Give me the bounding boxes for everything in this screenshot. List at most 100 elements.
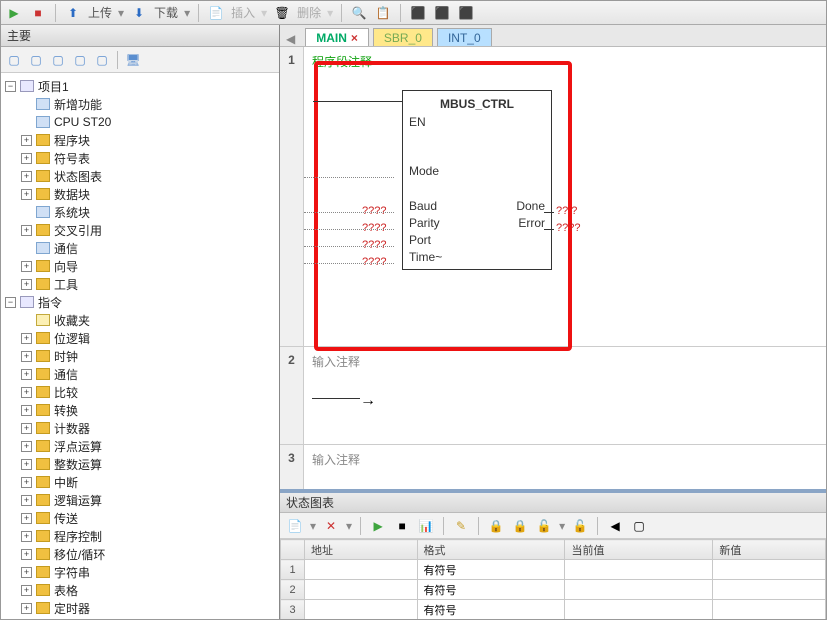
col-addr[interactable]: 地址 [305, 540, 418, 560]
val-port[interactable]: ???? [362, 239, 386, 251]
tree-instructions[interactable]: −指令 [5, 293, 279, 311]
tree-interrupt[interactable]: +中断 [21, 473, 279, 491]
tree-tools[interactable]: +工具 [21, 275, 279, 293]
stop-icon[interactable]: ■ [29, 4, 47, 22]
pin-error: Error [518, 216, 545, 230]
sc-misc-icon[interactable]: ▢ [630, 517, 648, 535]
sc-del-icon[interactable]: ✕ [322, 517, 340, 535]
misc1-icon[interactable]: 🔍 [350, 4, 368, 22]
misc3-icon[interactable]: ⬛ [409, 4, 427, 22]
misc5-icon[interactable]: ⬛ [457, 4, 475, 22]
tree-wizards[interactable]: +向导 [21, 257, 279, 275]
pin-port: Port [409, 233, 431, 247]
sc-lock1-icon[interactable]: 🔒 [487, 517, 505, 535]
tree-clock[interactable]: +时钟 [21, 347, 279, 365]
val-baud[interactable]: ???? [362, 205, 386, 217]
tree-logic-ops[interactable]: +逻辑运算 [21, 491, 279, 509]
pt-icon2[interactable]: ▢ [27, 51, 45, 69]
pin-baud: Baud [409, 199, 437, 213]
col-current[interactable]: 当前值 [565, 540, 713, 560]
mbus-ctrl-block[interactable]: MBUS_CTRL EN Mode BaudDone ParityError P… [402, 90, 552, 270]
tree-system-block[interactable]: 系统块 [21, 203, 279, 221]
pin-parity: Parity [409, 216, 440, 230]
pt-icon5[interactable]: ▢ [93, 51, 111, 69]
delete-label: 删除 [297, 4, 321, 21]
net2-comment[interactable]: 输入注释 [312, 353, 818, 370]
tree-comm[interactable]: 通信 [21, 239, 279, 257]
tree-whats-new[interactable]: 新增功能 [21, 95, 279, 113]
download-icon[interactable]: ⬇ [130, 4, 148, 22]
tab-main[interactable]: MAIN× [305, 28, 369, 46]
editor-body[interactable]: 1 程序段注释 MBUS_CTRL EN Mode Ba [280, 47, 826, 489]
tree-transfer[interactable]: +传送 [21, 509, 279, 527]
net2-number: 2 [280, 347, 304, 444]
tree-favorites[interactable]: 收藏夹 [21, 311, 279, 329]
tree-profinet[interactable]: +PROFINET [21, 617, 279, 619]
table-row[interactable]: 2有符号 [281, 580, 826, 600]
misc4-icon[interactable]: ⬛ [433, 4, 451, 22]
tree-table[interactable]: +表格 [21, 581, 279, 599]
val-timeout[interactable]: ???? [362, 256, 386, 268]
sc-up-icon[interactable]: ◀ [606, 517, 624, 535]
status-chart-grid[interactable]: 地址 格式 当前值 新值 1有符号2有符号3有符号4有符号 [280, 539, 826, 619]
tree-comm2[interactable]: +通信 [21, 365, 279, 383]
tree-project-root[interactable]: −项目1 [5, 77, 279, 95]
tree-prog-ctrl[interactable]: +程序控制 [21, 527, 279, 545]
pt-monitor-icon[interactable]: 🖥 [124, 51, 142, 69]
delete-icon[interactable]: 🗑 [273, 4, 291, 22]
val-done[interactable]: ??.? [556, 205, 577, 217]
editor-tab-strip: ◀ MAIN× SBR_0 INT_0 [280, 25, 826, 47]
net3-rung[interactable]: → [312, 476, 818, 489]
insert-icon[interactable]: 📄 [207, 4, 225, 22]
sc-lock3-icon[interactable]: 🔓 [535, 517, 553, 535]
insert-label: 插入 [231, 4, 255, 21]
pt-icon1[interactable]: ▢ [5, 51, 23, 69]
net2-rung[interactable]: → [312, 378, 818, 438]
pin-mode: Mode [409, 164, 439, 178]
table-row[interactable]: 3有符号 [281, 600, 826, 620]
download-label: 下载 [154, 4, 178, 21]
upload-label: 上传 [88, 4, 112, 21]
sc-edit-icon[interactable]: ✎ [452, 517, 470, 535]
tree-string[interactable]: +字符串 [21, 563, 279, 581]
tree-float-math[interactable]: +浮点运算 [21, 437, 279, 455]
tree-data-block[interactable]: +数据块 [21, 185, 279, 203]
sc-snap-icon[interactable]: ■ [393, 517, 411, 535]
tree-cpu[interactable]: CPU ST20 [21, 113, 279, 131]
net1-comment[interactable]: 程序段注释 [312, 53, 818, 70]
sc-lock4-icon[interactable]: 🔓 [571, 517, 589, 535]
project-tree[interactable]: −项目1 新增功能 CPU ST20 +程序块 +符号表 +状态图表 +数据块 … [1, 73, 279, 619]
col-format[interactable]: 格式 [417, 540, 565, 560]
tab-int0[interactable]: INT_0 [437, 28, 492, 46]
tree-counters[interactable]: +计数器 [21, 419, 279, 437]
tree-program-block[interactable]: +程序块 [21, 131, 279, 149]
sc-chart-icon[interactable]: 📊 [417, 517, 435, 535]
net3-comment[interactable]: 输入注释 [312, 451, 818, 468]
tree-cross-ref[interactable]: +交叉引用 [21, 221, 279, 239]
misc2-icon[interactable]: 📋 [374, 4, 392, 22]
tree-bit-logic[interactable]: +位逻辑 [21, 329, 279, 347]
val-parity[interactable]: ???? [362, 222, 386, 234]
tree-status-chart[interactable]: +状态图表 [21, 167, 279, 185]
upload-icon[interactable]: ⬆ [64, 4, 82, 22]
val-error[interactable]: ???? [556, 222, 580, 234]
sc-run-icon[interactable]: ▶ [369, 517, 387, 535]
left-pane-title: 主要 [1, 25, 279, 47]
sc-lock2-icon[interactable]: 🔒 [511, 517, 529, 535]
pin-timeout: Time~ [409, 250, 442, 264]
pin-en: EN [409, 115, 426, 129]
pin-done: Done [516, 199, 545, 213]
tree-shift-rot[interactable]: +移位/循环 [21, 545, 279, 563]
pt-icon3[interactable]: ▢ [49, 51, 67, 69]
tree-convert[interactable]: +转换 [21, 401, 279, 419]
tree-symbol-table[interactable]: +符号表 [21, 149, 279, 167]
pt-icon4[interactable]: ▢ [71, 51, 89, 69]
tab-sbr0[interactable]: SBR_0 [373, 28, 433, 46]
tree-int-math[interactable]: +整数运算 [21, 455, 279, 473]
col-new[interactable]: 新值 [713, 540, 826, 560]
run-icon[interactable]: ▶ [5, 4, 23, 22]
sc-new-icon[interactable]: 📄 [286, 517, 304, 535]
table-row[interactable]: 1有符号 [281, 560, 826, 580]
tree-timers[interactable]: +定时器 [21, 599, 279, 617]
tree-compare[interactable]: +比较 [21, 383, 279, 401]
